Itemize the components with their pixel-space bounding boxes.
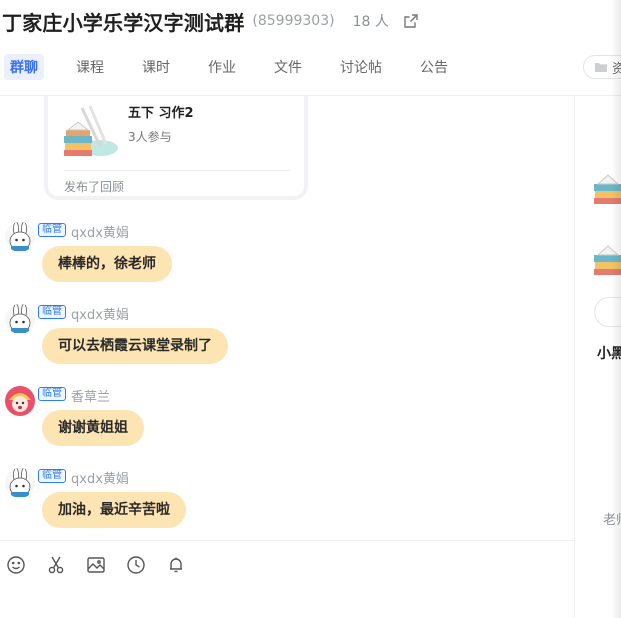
tab-lessons[interactable]: 课时 xyxy=(136,54,176,80)
input-toolbar xyxy=(0,552,200,578)
homework-card[interactable]: 五下 习作2 3人参与 发布了回顾 xyxy=(44,96,308,200)
sender-name[interactable]: qxdx黄娟 xyxy=(71,468,129,487)
sender-name[interactable]: qxdx黄娟 xyxy=(71,222,129,241)
admin-badge: 临管 xyxy=(38,305,66,319)
message-bubble[interactable]: 可以去栖霞云课堂录制了 xyxy=(42,328,228,364)
girl-avatar[interactable] xyxy=(5,386,35,416)
chat-area[interactable]: 五下 习作2 3人参与 发布了回顾 临管 qxdx黄娟 棒棒的，徐老师 临管 q… xyxy=(0,96,574,540)
tab-homework[interactable]: 作业 xyxy=(202,54,242,80)
rabbit-avatar[interactable] xyxy=(5,222,35,252)
message-bubble[interactable]: 加油，最近辛苦啦 xyxy=(42,492,186,528)
message-item: 临管 qxdx黄娟 可以去栖霞云课堂录制了 xyxy=(0,304,574,384)
tab-courses[interactable]: 课程 xyxy=(70,54,110,80)
message-item: 临管 qxdx黄娟 加油，最近辛苦啦 xyxy=(0,468,574,540)
books-illustration-icon xyxy=(64,106,118,156)
admin-badge: 临管 xyxy=(38,469,66,483)
admin-badge: 临管 xyxy=(38,223,66,237)
message-bubble[interactable]: 谢谢黄姐姐 xyxy=(42,410,144,446)
group-id: (85999303) xyxy=(252,13,335,29)
tab-discussions[interactable]: 讨论帖 xyxy=(334,54,388,80)
group-title: 丁家庄小学乐学汉字测试群 xyxy=(2,10,245,35)
card-title: 五下 习作2 xyxy=(128,106,194,121)
chat-header: 丁家庄小学乐学汉字测试群 (85999303) 18 人 xyxy=(0,0,621,42)
member-count[interactable]: 18 人 xyxy=(353,11,389,31)
panel-divider xyxy=(574,96,575,618)
toolbar-divider xyxy=(0,540,574,541)
admin-badge: 临管 xyxy=(38,387,66,401)
clock-icon[interactable] xyxy=(125,554,147,576)
card-participants: 3人参与 xyxy=(128,130,172,144)
tab-announcements[interactable]: 公告 xyxy=(414,54,454,80)
sender-name[interactable]: qxdx黄娟 xyxy=(71,304,129,323)
emoji-icon[interactable] xyxy=(5,554,27,576)
card-divider xyxy=(64,170,290,171)
message-item: 临管 qxdx黄娟 棒棒的，徐老师 xyxy=(0,222,574,302)
card-footer: 发布了回顾 xyxy=(64,180,125,194)
message-bubble[interactable]: 棒棒的，徐老师 xyxy=(42,246,172,282)
tab-bar: 群聊 课程 课时 作业 文件 讨论帖 公告 xyxy=(0,54,480,80)
image-icon[interactable] xyxy=(85,554,107,576)
tab-group-chat[interactable]: 群聊 xyxy=(4,54,44,80)
external-link-icon[interactable] xyxy=(403,13,419,29)
message-item: 临管 香草兰 谢谢黄姐姐 xyxy=(0,386,574,466)
sender-name[interactable]: 香草兰 xyxy=(71,386,110,405)
tab-files[interactable]: 文件 xyxy=(268,54,308,80)
folder-icon xyxy=(595,63,607,72)
bell-icon[interactable] xyxy=(165,554,187,576)
scissors-icon[interactable] xyxy=(45,554,67,576)
panel-edge-shadow xyxy=(611,0,621,618)
rabbit-avatar[interactable] xyxy=(5,304,35,334)
rabbit-avatar[interactable] xyxy=(5,468,35,498)
